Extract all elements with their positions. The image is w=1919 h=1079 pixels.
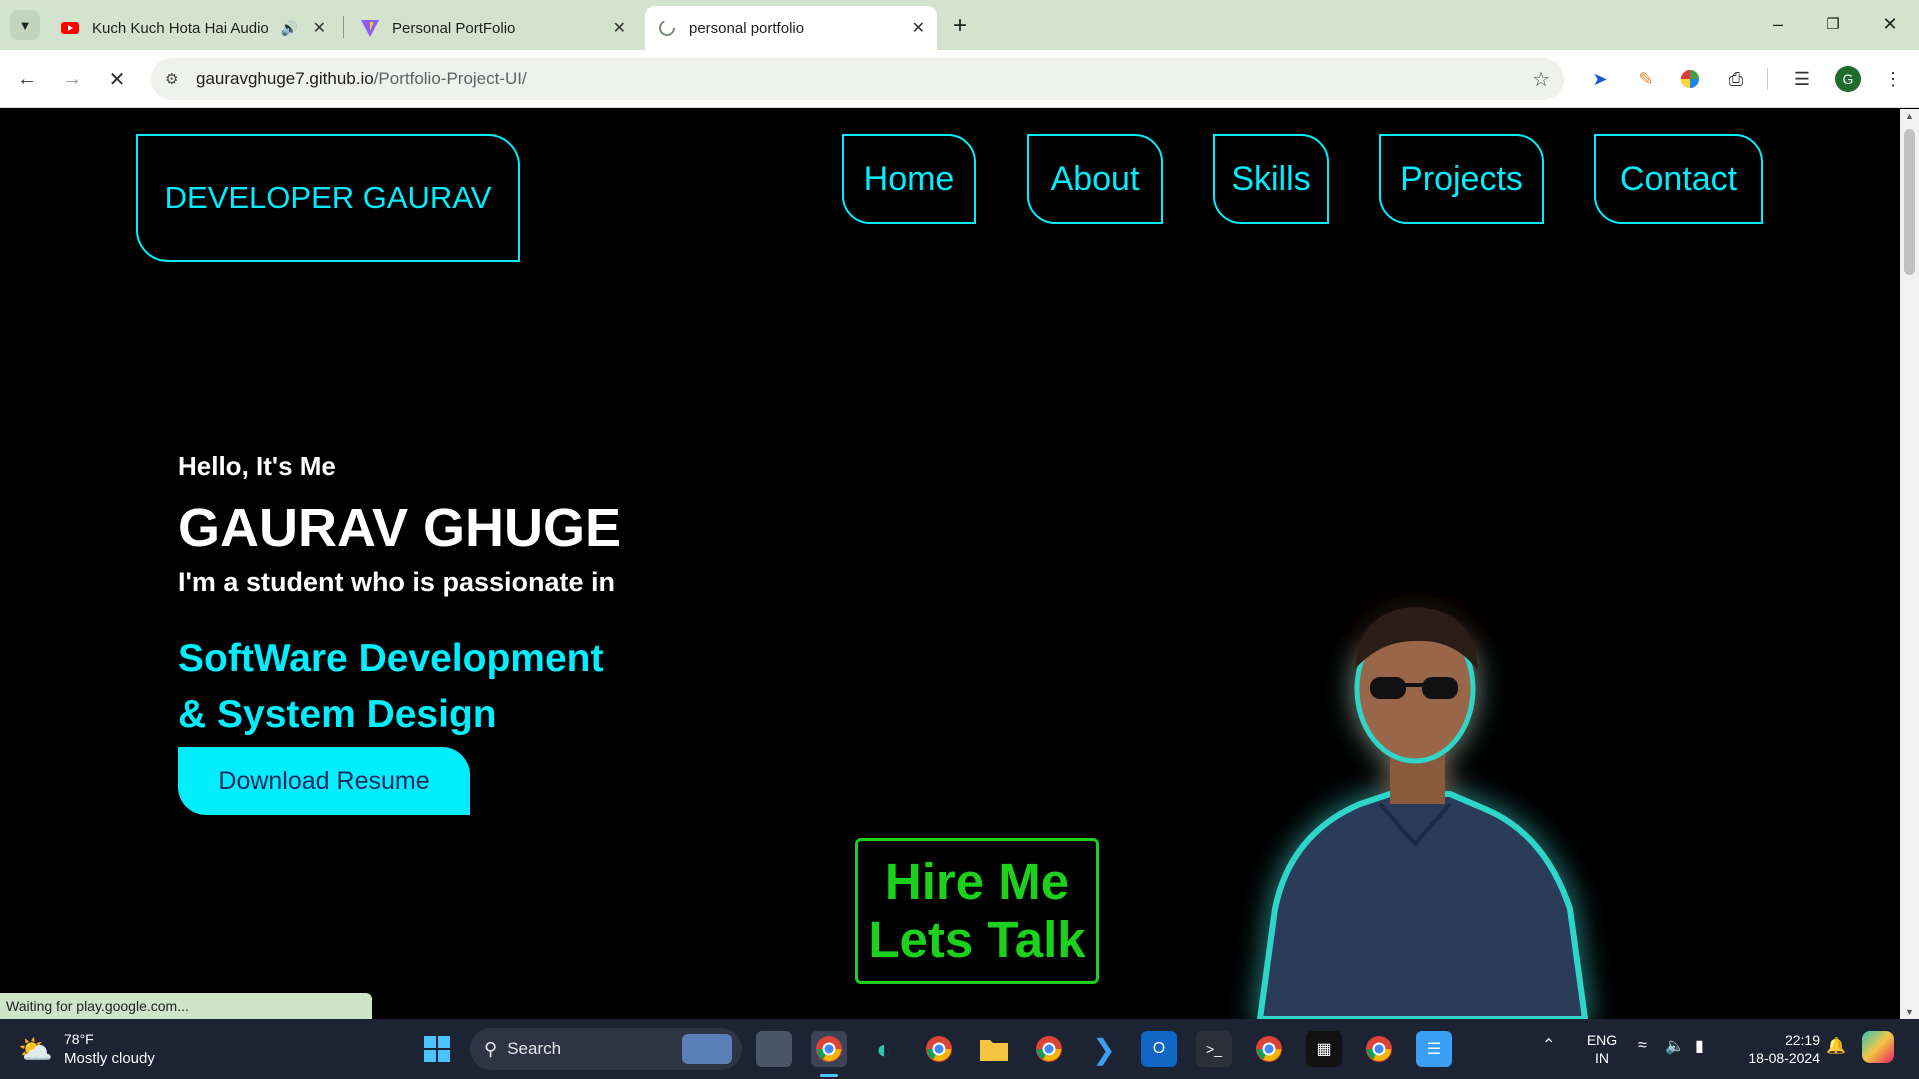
copilot-icon[interactable]	[1862, 1031, 1894, 1063]
weather-temperature: 78°F	[64, 1031, 94, 1047]
task-view-icon[interactable]	[756, 1031, 792, 1067]
clock[interactable]: 22:19 18-08-2024	[1740, 1031, 1820, 1067]
browser-menu-icon[interactable]: ⋮	[1880, 66, 1906, 92]
nav-projects[interactable]: Projects	[1379, 134, 1544, 224]
wifi-icon[interactable]: ≈	[1638, 1037, 1647, 1055]
chrome-second-profile-icon[interactable]	[1251, 1031, 1287, 1067]
tab-youtube[interactable]: Kuch Kuch Hota Hai Audio 🔊 ✕	[48, 6, 338, 50]
close-icon[interactable]: ✕	[313, 18, 326, 38]
toolbar-divider	[1767, 68, 1768, 90]
tab-active-portfolio[interactable]: personal portfolio ✕	[645, 6, 937, 50]
terminal-icon[interactable]: >_	[1196, 1031, 1232, 1067]
edge-icon[interactable]: ◐	[866, 1031, 902, 1067]
tab-title: Personal PortFolio	[392, 19, 516, 37]
profile-avatar[interactable]: G	[1835, 66, 1861, 92]
search-label: Search	[507, 1039, 562, 1058]
page-scrollbar[interactable]: ▲ ▼	[1900, 109, 1919, 1019]
site-logo[interactable]: DEVELOPER GAURAV	[136, 134, 520, 262]
language-code: ENG	[1586, 1032, 1618, 1048]
loading-icon	[657, 18, 677, 38]
chrome-alt-icon[interactable]	[1031, 1031, 1067, 1067]
region-code: IN	[1595, 1050, 1609, 1066]
hire-me-button[interactable]: Hire Me Lets Talk	[855, 838, 1099, 984]
loading-status: Waiting for play.google.com...	[0, 993, 372, 1019]
chevron-down-icon: ▼	[18, 17, 32, 33]
notepad-icon[interactable]: ☰	[1416, 1031, 1452, 1067]
volume-icon[interactable]: 🔈	[1665, 1036, 1685, 1056]
nav-about[interactable]: About	[1027, 134, 1163, 224]
chrome-icon[interactable]	[811, 1031, 847, 1067]
profile-photo	[1256, 607, 1589, 1019]
new-tab-button[interactable]: +	[946, 12, 974, 40]
vscode-icon[interactable]: ❯	[1086, 1031, 1122, 1067]
minimize-button[interactable]: –	[1758, 8, 1798, 40]
weather-widget[interactable]: ⛅ 78°F Mostly cloudy	[18, 1029, 198, 1071]
nav-skills[interactable]: Skills	[1213, 134, 1329, 224]
clock-time: 22:19	[1784, 1032, 1820, 1048]
tray-overflow-icon[interactable]: ⌃	[1542, 1035, 1555, 1055]
hire-line-2: Lets Talk	[868, 911, 1086, 968]
scroll-thumb[interactable]	[1904, 129, 1915, 275]
scroll-down-arrow[interactable]: ▼	[1905, 1007, 1914, 1017]
nav-home[interactable]: Home	[842, 134, 976, 224]
hero-skill-line-1: SoftWare Development	[178, 637, 604, 680]
hire-line-1: Hire Me	[884, 853, 1070, 910]
file-explorer-icon[interactable]	[976, 1031, 1012, 1067]
tab-personal-portfolio[interactable]: Personal PortFolio ✕	[348, 6, 638, 50]
close-icon[interactable]: ✕	[912, 18, 925, 38]
back-button[interactable]: ←	[10, 62, 44, 96]
language-indicator[interactable]: ENG IN	[1580, 1031, 1624, 1067]
windows-start-icon[interactable]	[419, 1031, 455, 1067]
outlook-icon[interactable]: O	[1141, 1031, 1177, 1067]
cloudy-weather-icon: ⛅	[18, 1034, 53, 1065]
scroll-up-arrow[interactable]: ▲	[1905, 111, 1914, 121]
forward-button[interactable]: →	[55, 62, 89, 96]
nav-contact[interactable]: Contact	[1594, 134, 1763, 224]
tab-search-button[interactable]: ▼	[10, 10, 40, 40]
url-text: gauravghuge7.github.io/Portfolio-Project…	[196, 69, 527, 88]
speaker-icon[interactable]: 🔊	[281, 20, 298, 37]
tab-title: personal portfolio	[689, 19, 805, 37]
notification-bell-icon[interactable]: 🔔	[1826, 1036, 1846, 1056]
pen-extension-icon[interactable]: ✎	[1633, 66, 1659, 92]
portfolio-page: DEVELOPER GAURAV Home About Skills Proje…	[0, 109, 1900, 1019]
chrome-third-profile-icon[interactable]	[1361, 1031, 1397, 1067]
download-resume-button[interactable]: Download Resume	[178, 747, 470, 815]
chrome-active-indicator	[820, 1074, 838, 1077]
search-icon: ⚲	[484, 1038, 498, 1059]
tab-title: Kuch Kuch Hota Hai Audio	[92, 19, 269, 37]
weather-description: Mostly cloudy	[64, 1050, 155, 1067]
tab-divider	[343, 16, 344, 38]
hero-name: GAURAV GHUGE	[178, 498, 622, 558]
battery-icon[interactable]: ▮	[1695, 1036, 1704, 1056]
vite-icon	[360, 18, 380, 38]
hero-greeting: Hello, It's Me	[178, 451, 336, 481]
taskbar-search[interactable]: ⚲ Search	[470, 1028, 742, 1070]
search-highlight-icon	[682, 1034, 732, 1064]
windows-taskbar: ⛅ 78°F Mostly cloudy ⚲ Search ◐ ❯ O >_ ▦…	[0, 1019, 1919, 1079]
extensions-puzzle-icon[interactable]: ⎙	[1723, 66, 1749, 92]
browser-toolbar: ← → ✕ ⚙ gauravghuge7.github.io/Portfolio…	[0, 50, 1919, 108]
address-bar[interactable]: ⚙ gauravghuge7.github.io/Portfolio-Proje…	[151, 58, 1564, 100]
bookmark-star-icon[interactable]: ☆	[1532, 67, 1550, 92]
rocket-extension-icon[interactable]: ➤	[1587, 66, 1613, 92]
site-info-icon[interactable]: ⚙	[165, 70, 178, 88]
media-control-icon[interactable]: ☰	[1789, 66, 1815, 92]
youtube-icon	[60, 18, 80, 38]
hero-skill-line-2: & System Design	[178, 693, 497, 736]
hero-tagline: I'm a student who is passionate in	[178, 567, 615, 597]
restore-button[interactable]: ❐	[1813, 8, 1853, 40]
app-box-icon[interactable]: ▦	[1306, 1031, 1342, 1067]
chrome-profile-icon[interactable]	[921, 1031, 957, 1067]
clock-date: 18-08-2024	[1748, 1050, 1820, 1066]
window-close-button[interactable]: ✕	[1870, 8, 1910, 40]
close-icon[interactable]: ✕	[613, 18, 626, 38]
tab-strip: ▼ Kuch Kuch Hota Hai Audio 🔊 ✕ Personal …	[0, 0, 1919, 50]
stop-loading-button[interactable]: ✕	[100, 62, 134, 96]
color-extension-icon[interactable]	[1677, 66, 1703, 92]
